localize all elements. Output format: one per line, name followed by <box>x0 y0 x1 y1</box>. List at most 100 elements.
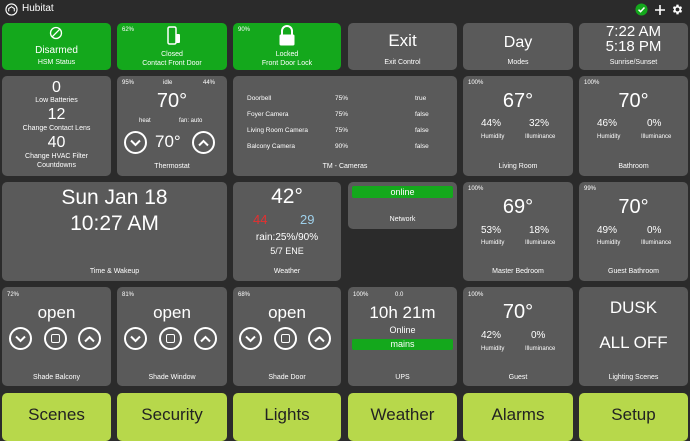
plus-icon[interactable] <box>652 2 667 17</box>
battery-level: 100% <box>353 292 369 298</box>
network-tile[interactable]: online Network <box>348 182 457 229</box>
app-title: Hubitat <box>22 3 54 14</box>
chevron-down-icon <box>15 335 26 342</box>
sunrise-sunset-label: Sunrise/Sunset <box>609 59 658 66</box>
nav-label: Scenes <box>28 405 85 424</box>
shade-state: open <box>153 303 191 322</box>
guest-bathroom-tile[interactable]: 99% 70° 49% 0% Humidity Illuminance Gues… <box>579 182 688 281</box>
battery-level: 68% <box>238 292 251 298</box>
humidity-value: 44% <box>481 118 502 129</box>
shade-stop-button[interactable] <box>274 327 297 350</box>
shade-open-button[interactable] <box>308 327 331 350</box>
modes-tile[interactable]: Day Modes <box>463 23 573 70</box>
nav-weather-button[interactable]: Weather <box>348 393 457 441</box>
shade-open-button[interactable] <box>194 327 217 350</box>
chevron-up-icon <box>198 139 209 146</box>
front-door-lock-tile[interactable]: 90% Locked Front Door Lock <box>233 23 341 70</box>
countdown-label: Low Batteries <box>35 97 78 104</box>
nav-security-button[interactable]: Security <box>117 393 227 441</box>
weather-label: Weather <box>273 268 301 275</box>
door-contact-icon <box>167 26 180 45</box>
nav-scenes-button[interactable]: Scenes <box>2 393 111 441</box>
shade-close-button[interactable] <box>9 327 32 350</box>
humidity-value: 46% <box>597 118 618 129</box>
camera-name: Doorbell <box>247 94 272 102</box>
shade-label: Shade Window <box>148 374 196 381</box>
lighting-scene: DUSK <box>609 298 658 317</box>
ups-tile[interactable]: 100% 0.0 10h 21m Online mains UPS <box>348 287 457 386</box>
contact-front-door-tile[interactable]: 62% Closed Contact Front Door <box>117 23 227 70</box>
sunrise-sunset-tile[interactable]: 7:22 AM 5:18 PM Sunrise/Sunset <box>579 23 688 70</box>
humidity-value: 42% <box>481 330 502 341</box>
shade-stop-button[interactable] <box>44 327 67 350</box>
room-label: Guest <box>508 374 528 381</box>
shade-balcony-tile[interactable]: 72% open Shade Balcony <box>2 287 111 386</box>
illuminance-value: 0% <box>647 225 662 236</box>
chevron-down-icon <box>130 335 141 342</box>
temperature-value: 69° <box>502 196 534 218</box>
lock-state: Locked <box>275 51 299 58</box>
weather-tile[interactable]: 42° 44 29 rain:25%/90% 5/7 ENE Weather <box>233 182 341 281</box>
nav-lights-button[interactable]: Lights <box>233 393 341 441</box>
chevron-up-icon <box>314 335 325 342</box>
shade-state: open <box>37 303 76 322</box>
check-circle-icon[interactable] <box>634 2 649 17</box>
time-wakeup-tile[interactable]: Sun Jan 18 10:27 AM Time & Wakeup <box>2 182 227 281</box>
mode-value: Day <box>503 34 533 51</box>
shade-window-tile[interactable]: 81% open Shade Window <box>117 287 227 386</box>
battery-level: 90% <box>238 27 251 33</box>
gear-icon[interactable] <box>670 2 685 17</box>
humidity-value: 49% <box>597 225 618 236</box>
battery-level: 100% <box>584 80 600 86</box>
ups-runtime: 10h 21m <box>369 303 436 322</box>
setpoint-up-button[interactable] <box>192 131 215 154</box>
countdown-count: 12 <box>47 106 66 123</box>
network-status-badge: online <box>352 186 453 198</box>
room-label: Guest Bathroom <box>608 268 659 275</box>
contact-label: Contact Front Door <box>142 60 202 67</box>
humidity-label: Humidity <box>481 240 505 246</box>
table-row: Doorbell 75% true <box>247 90 429 106</box>
illuminance-label: Illuminance <box>525 134 556 140</box>
nav-label: Lights <box>264 405 310 424</box>
shade-door-tile[interactable]: 68% open Shade Door <box>233 287 341 386</box>
living-room-tile[interactable]: 100% 67° 44% 32% Humidity Illuminance Li… <box>463 76 573 176</box>
bathroom-tile[interactable]: 100% 70° 46% 0% Humidity Illuminance Bat… <box>579 76 688 176</box>
ups-load: 0.0 <box>395 292 404 298</box>
rain-chance: rain:25%/90% <box>255 232 319 243</box>
ups-label: UPS <box>395 374 410 381</box>
master-bedroom-tile[interactable]: 100% 69° 53% 18% Humidity Illuminance Ma… <box>463 182 573 281</box>
exit-control-tile[interactable]: Exit Exit Control <box>348 23 457 70</box>
nav-setup-button[interactable]: Setup <box>579 393 688 441</box>
battery-level: 99% <box>584 186 597 192</box>
camera-table: Doorbell 75% true Foyer Camera 75% false… <box>247 90 429 154</box>
setpoint-down-button[interactable] <box>124 131 147 154</box>
current-time: 10:27 AM <box>70 212 159 235</box>
countdown-label: Change Contact Lens <box>22 125 91 132</box>
cameras-tile[interactable]: Doorbell 75% true Foyer Camera 75% false… <box>233 76 457 176</box>
shade-stop-button[interactable] <box>159 327 182 350</box>
hsm-tile[interactable]: Disarmed HSM Status <box>2 23 111 70</box>
thermostat-tile[interactable]: 95% idle 44% 70° heat fan: auto 70° Ther… <box>117 76 227 176</box>
battery-level: 100% <box>468 186 484 192</box>
shade-open-button[interactable] <box>78 327 101 350</box>
lighting-scenes-tile[interactable]: DUSK ALL OFF Lighting Scenes <box>579 287 688 386</box>
nav-label: Setup <box>611 405 656 424</box>
shade-close-button[interactable] <box>239 327 262 350</box>
illuminance-label: Illuminance <box>525 346 556 352</box>
countdowns-tile[interactable]: 0 Low Batteries 12 Change Contact Lens 4… <box>2 76 111 176</box>
current-date: Sun Jan 18 <box>61 186 168 209</box>
guest-tile[interactable]: 100% 70° 42% 0% Humidity Illuminance Gue… <box>463 287 573 386</box>
camera-state: true <box>415 94 427 102</box>
exit-title: Exit <box>388 31 417 50</box>
temperature-value: 70° <box>502 301 534 323</box>
weather-temperature: 42° <box>271 185 303 208</box>
thermostat-mode: heat <box>139 118 151 124</box>
hsm-state: Disarmed <box>35 45 78 56</box>
shade-close-button[interactable] <box>124 327 147 350</box>
humidity-value: 53% <box>481 225 502 236</box>
nav-label: Alarms <box>491 405 545 424</box>
shade-label: Shade Door <box>268 374 306 381</box>
room-label: Living Room <box>498 163 538 170</box>
nav-alarms-button[interactable]: Alarms <box>463 393 573 441</box>
